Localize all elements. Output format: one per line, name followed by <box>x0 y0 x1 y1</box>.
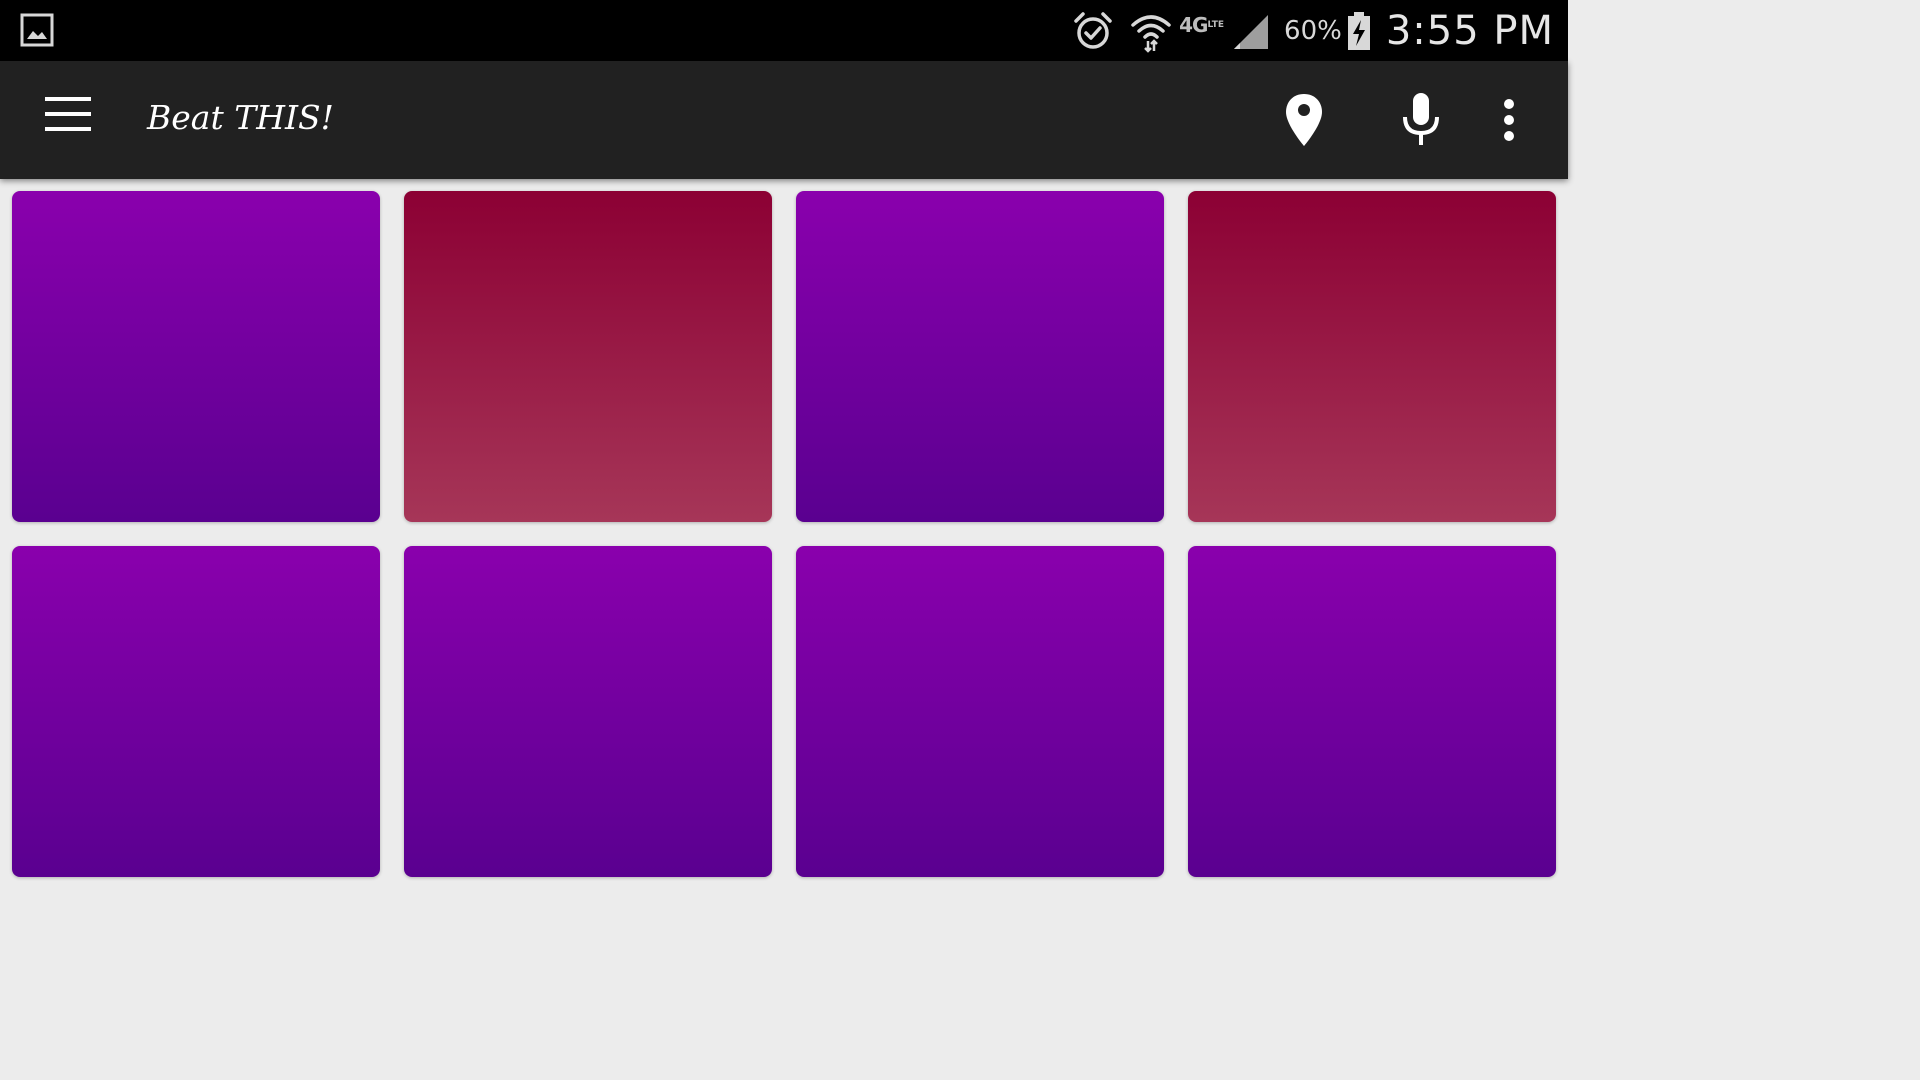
menu-icon <box>45 97 91 101</box>
app-title: Beat THIS! <box>147 98 334 137</box>
more-vert-icon <box>1504 99 1514 141</box>
drum-pad[interactable] <box>796 191 1164 522</box>
drum-pad[interactable] <box>12 191 380 522</box>
battery-percent: 60% <box>1284 15 1342 46</box>
more-options-button[interactable] <box>1480 89 1538 151</box>
drum-pad[interactable] <box>796 546 1164 877</box>
alarm-icon <box>1071 9 1115 53</box>
wifi-icon <box>1129 9 1173 53</box>
microphone-button[interactable] <box>1391 89 1451 151</box>
drum-pad[interactable] <box>404 191 772 522</box>
microphone-icon <box>1403 93 1439 145</box>
menu-icon-bar <box>45 112 91 116</box>
network-type-label: 4G LTE <box>1179 12 1225 37</box>
pad-grid <box>12 191 1556 882</box>
app-toolbar: Beat THIS! <box>0 61 1568 179</box>
location-pin-icon <box>1286 94 1322 146</box>
signal-icon <box>1230 11 1270 51</box>
drum-pad[interactable] <box>12 546 380 877</box>
status-bar: 4G LTE 60% 3:55 PM <box>0 0 1568 61</box>
status-clock: 3:55 PM <box>1385 7 1554 54</box>
location-button[interactable] <box>1274 89 1334 151</box>
battery-charging-icon <box>1346 11 1372 51</box>
drum-pad[interactable] <box>1188 191 1556 522</box>
drum-pad[interactable] <box>404 546 772 877</box>
menu-button[interactable] <box>40 97 96 143</box>
gallery-icon <box>20 13 54 47</box>
drum-pad[interactable] <box>1188 546 1556 877</box>
menu-icon-bar <box>45 127 91 131</box>
status-icons: 4G LTE 60% 3:55 PM <box>1071 0 1554 61</box>
